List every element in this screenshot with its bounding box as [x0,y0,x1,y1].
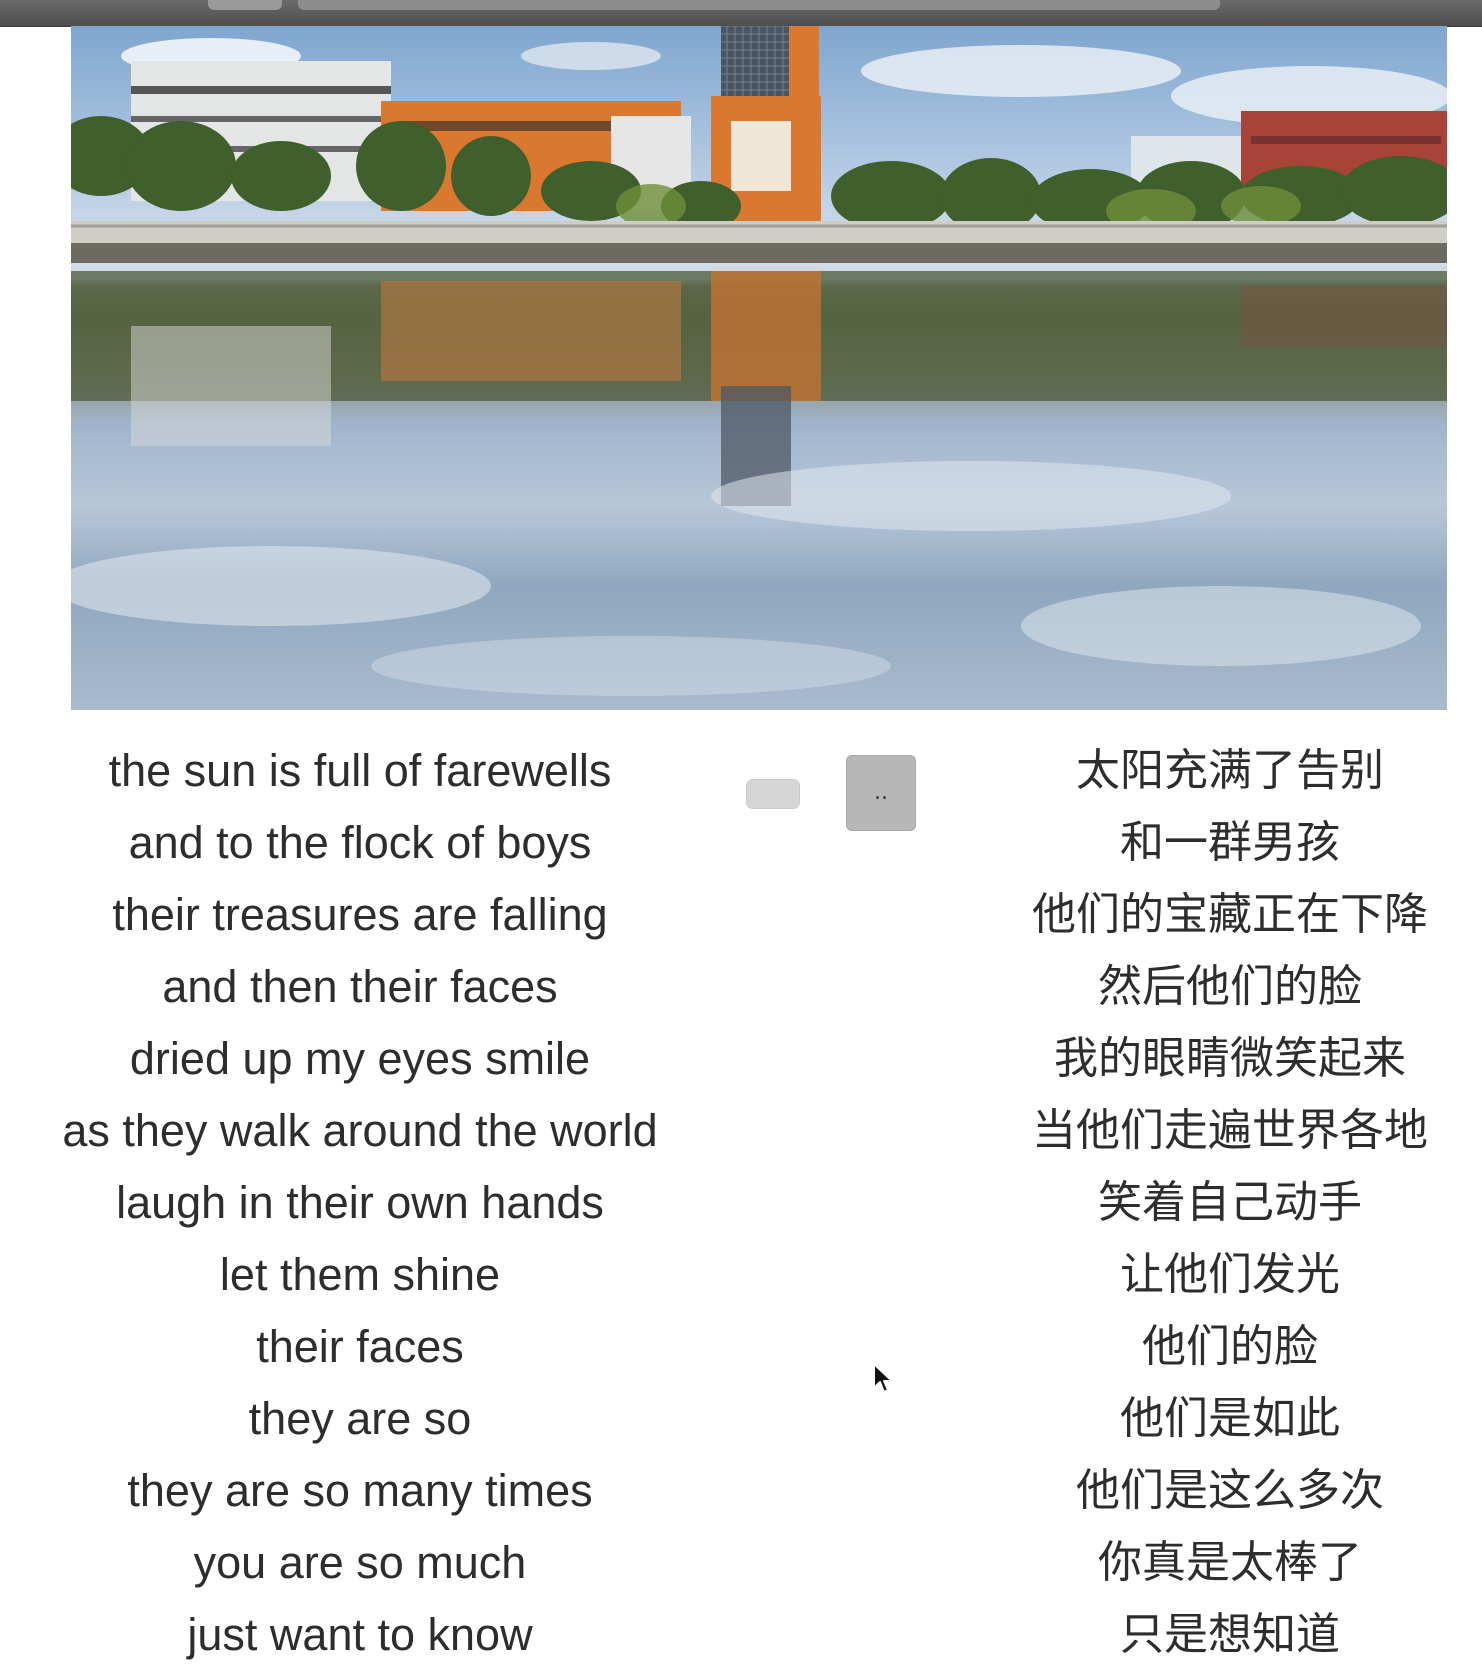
english-lyrics: the sun is full of farewells and to the … [40,735,680,1671]
lyric-line-zh: 然后他们的脸 [1098,961,1362,1012]
lyric-line-zh: 他们是如此 [1120,1393,1340,1444]
address-bar[interactable] [298,0,1220,10]
lyric-line-en: let them shine [219,1249,501,1300]
lyric-line-en: just want to know [187,1609,533,1660]
toggle-button[interactable] [746,779,800,809]
lyric-line-en: as they walk around the world [62,1105,658,1156]
lyric-line-zh: 我的眼睛微笑起来 [1054,1033,1406,1084]
chinese-lyrics: 太阳充满了告别 和一群男孩 他们的宝藏正在下降 然后他们的脸 我的眼睛微笑起来 … [990,735,1470,1671]
browser-toolbar [0,0,1482,27]
lyric-line-en: you are so much [193,1537,527,1588]
lyric-line-zh: 和一群男孩 [1120,817,1340,868]
lyric-line-zh: 他们的脸 [1142,1321,1318,1372]
lyric-line-zh: 你真是太棒了 [1098,1537,1362,1588]
lake-campus-photo [71,26,1447,710]
lyric-line-en: and to the flock of boys [128,817,592,868]
lyric-line-en: laugh in their own hands [116,1177,604,1228]
lyric-line-en: they are so many times [127,1465,593,1516]
lyric-line-zh: 只是想知道 [1120,1609,1340,1660]
lyric-line-zh: 他们的宝藏正在下降 [1032,889,1428,940]
arrow-cursor-icon [872,1362,896,1401]
lyric-line-zh: 让他们发光 [1120,1249,1340,1300]
lyric-line-en: their treasures are falling [112,889,608,940]
lyric-line-en: dried up my eyes smile [129,1033,591,1084]
toolbar-button[interactable] [208,0,282,10]
lyric-line-zh: 当他们走遍世界各地 [1032,1105,1428,1156]
lyric-line-en: their faces [256,1321,464,1372]
lyric-line-en: the sun is full of farewells [108,745,612,796]
lyric-line-en: and then their faces [162,961,558,1012]
lyric-line-zh: 笑着自己动手 [1098,1177,1362,1228]
more-button[interactable]: .. [846,755,916,831]
lyric-line-zh: 太阳充满了告别 [1076,745,1384,796]
lyric-line-en: they are so [248,1393,472,1444]
lyric-line-zh: 他们是这么多次 [1076,1465,1384,1516]
